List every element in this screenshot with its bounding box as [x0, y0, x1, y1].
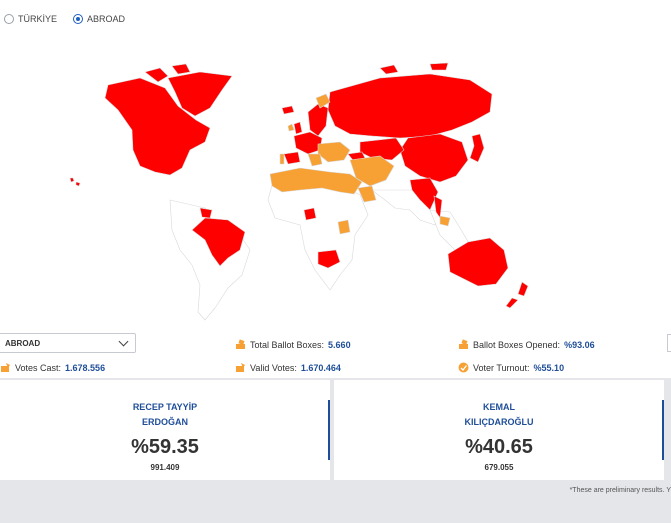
vote-icon [236, 363, 245, 372]
stat-ballot-boxes-opened: Ballot Boxes Opened: %93.06 [458, 339, 595, 350]
map-country-indonesia[interactable] [439, 215, 451, 227]
stat-votes-cast: Votes Cast: 1.678.556 [0, 362, 105, 373]
map-country-venezuela[interactable] [199, 207, 213, 219]
vote-icon [1, 363, 10, 372]
candidate-name: KEMAL KILIÇDAROĞLU [464, 402, 534, 427]
stat-total-ballot-boxes: Total Ballot Boxes: 5.660 [235, 339, 351, 350]
ballot-box-icon [459, 339, 468, 349]
candidate-name: RECEP TAYYİP ERDOĞAN [132, 402, 198, 427]
region-select-value: ABROAD [5, 338, 41, 348]
turnout-icon [458, 362, 469, 373]
radio-circle-selected-icon[interactable] [73, 14, 84, 24]
region-select[interactable]: ABROAD [0, 333, 136, 353]
map-country-africa[interactable] [267, 179, 369, 291]
region-toggle: TÜRKİYE ABROAD [4, 14, 125, 24]
world-map[interactable] [0, 50, 671, 330]
radio-abroad-label: ABROAD [87, 14, 126, 24]
next-filter-box[interactable] [667, 334, 671, 352]
map-country-spain[interactable] [283, 151, 301, 165]
results-panel: RECEP TAYYİP ERDOĞAN %59.35 991.409 KEMA… [0, 378, 671, 482]
stat-voter-turnout: Voter Turnout: %55.10 [458, 362, 564, 373]
stat-valid-votes: Valid Votes: 1.670.464 [235, 362, 341, 373]
radio-circle-icon[interactable] [4, 14, 14, 24]
preliminary-results-note: *These are preliminary results. Y [569, 487, 671, 494]
card-divider [662, 400, 664, 460]
map-country-kazakhstan[interactable] [359, 137, 405, 161]
radio-turkiye-label: TÜRKİYE [18, 14, 58, 24]
map-country-balkans[interactable] [307, 153, 323, 167]
chevron-down-icon[interactable] [118, 336, 129, 346]
map-country-ireland[interactable] [287, 123, 295, 132]
map-country-east-europe[interactable] [317, 141, 351, 163]
map-country-japan[interactable] [469, 133, 485, 163]
candidate-card-erdogan: RECEP TAYYİP ERDOĞAN %59.35 991.409 [0, 380, 330, 480]
map-country-portugal[interactable] [279, 153, 285, 165]
ballot-box-icon [236, 339, 245, 349]
radio-turkiye[interactable]: TÜRKİYE [4, 14, 57, 24]
map-country-uk[interactable] [293, 121, 303, 135]
map-country-hawaii[interactable] [69, 177, 81, 187]
map-country-china[interactable] [399, 133, 469, 183]
card-divider [328, 400, 330, 460]
map-country-new-zealand[interactable] [505, 281, 529, 309]
map-country-iceland[interactable] [281, 105, 295, 115]
map-country-nordics[interactable] [307, 103, 329, 137]
map-country-russia[interactable] [327, 73, 493, 139]
radio-abroad[interactable]: ABROAD [73, 14, 125, 24]
map-country-se-asia[interactable] [429, 209, 471, 251]
candidate-percent: %40.65 [465, 436, 533, 458]
candidate-card-kilicdaroglu: KEMAL KILIÇDAROĞLU %40.65 679.055 [334, 380, 664, 480]
map-country-arctic-islands[interactable] [379, 62, 449, 75]
candidate-votes: 679.055 [484, 463, 514, 472]
candidate-votes: 991.409 [150, 463, 180, 472]
map-country-angola[interactable] [337, 219, 351, 235]
map-country-nigeria[interactable] [303, 207, 317, 221]
candidate-percent: %59.35 [131, 436, 199, 458]
